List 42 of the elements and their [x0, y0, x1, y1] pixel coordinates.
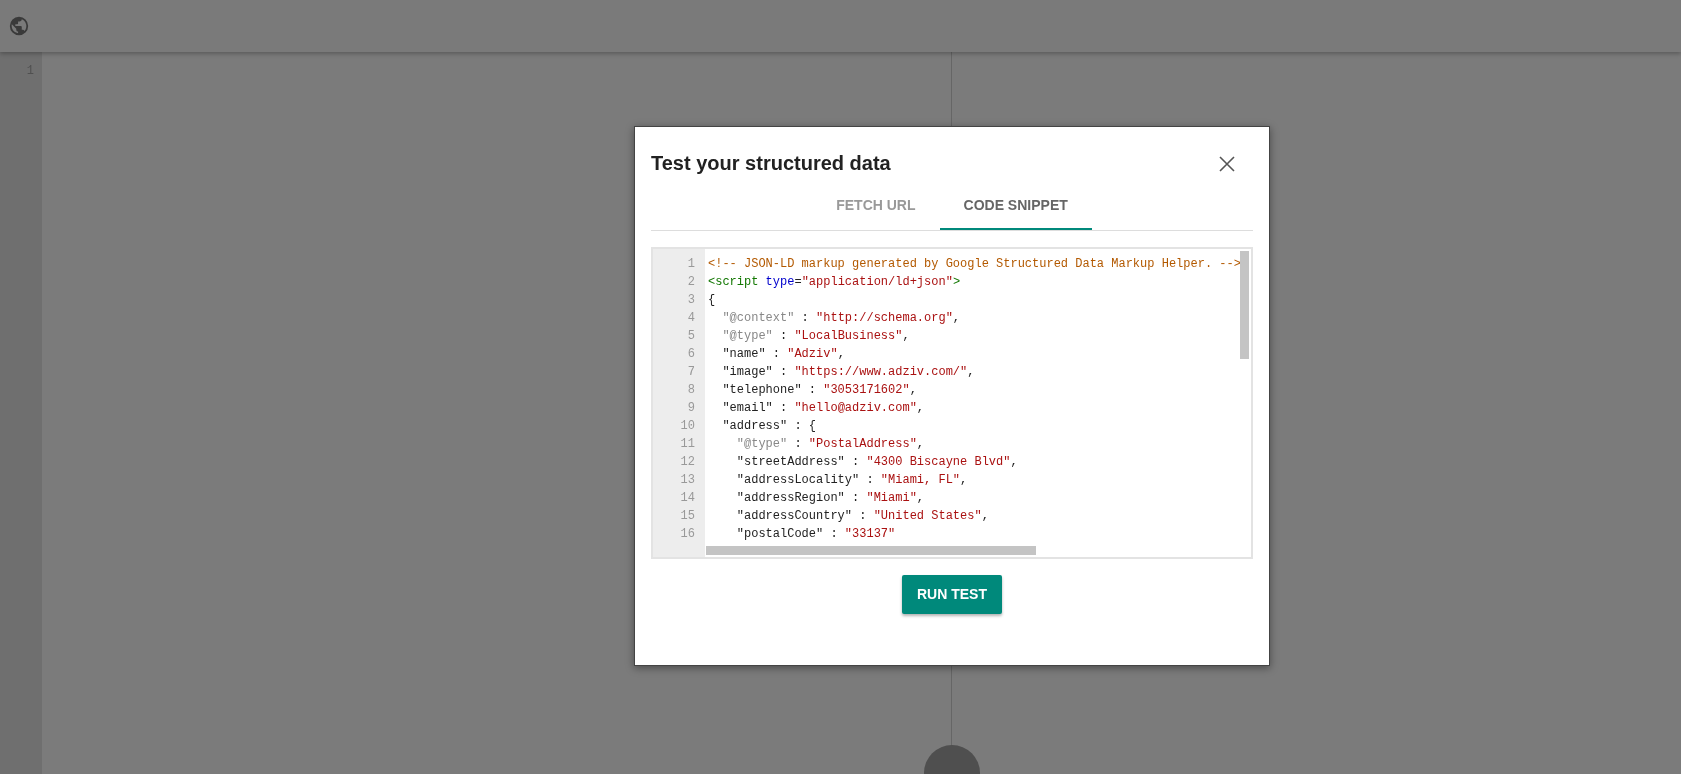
line-number: 11 — [679, 436, 695, 453]
code-line: <!-- JSON-LD markup generated by Google Structured Data Markup Helper. --> — [708, 256, 1241, 273]
scrollbar[interactable] — [706, 546, 1036, 555]
code-line: "email" : "hello@adziv.com", — [721, 400, 925, 417]
line-number: 2 — [686, 274, 695, 291]
dialog-title: Test your structured data — [651, 151, 891, 176]
globe-icon[interactable] — [8, 15, 30, 37]
line-number: 13 — [679, 472, 695, 489]
line-number: 3 — [686, 292, 695, 309]
line-number: 14 — [679, 490, 695, 507]
code-line: "image" : "https://www.adziv.com/", — [721, 364, 975, 381]
code-line: "@context" : "http://schema.org", — [721, 310, 961, 327]
code-line: "addressCountry" : "United States", — [735, 508, 989, 525]
code-line: "@type" : "PostalAddress", — [735, 436, 925, 453]
code-editor[interactable] — [651, 247, 1253, 559]
code-line: "@type" : "LocalBusiness", — [721, 328, 910, 345]
line-number: 15 — [679, 508, 695, 525]
line-number: 1 — [686, 256, 695, 273]
line-number: 6 — [686, 346, 695, 363]
code-line: "postalCode" : "33137" — [735, 526, 896, 543]
tab[interactable]: FETCH URL — [812, 187, 940, 230]
code-line: "address" : { — [721, 418, 817, 435]
code-line: { — [708, 292, 716, 309]
tab[interactable]: CODE SNIPPET — [939, 187, 1092, 230]
line-number: 12 — [679, 454, 695, 471]
code-line: "addressRegion" : "Miami", — [735, 490, 925, 507]
code-line: "streetAddress" : "4300 Biscayne Blvd", — [735, 454, 1018, 471]
close-icon[interactable] — [1219, 155, 1235, 172]
scrollbar[interactable] — [1240, 251, 1249, 359]
run-test-button[interactable]: RUN TEST — [902, 575, 1002, 614]
code-line: "telephone" : "3053171602", — [721, 382, 917, 399]
line-number: 8 — [686, 382, 695, 399]
code-line: "addressLocality" : "Miami, FL", — [735, 472, 968, 489]
play-button[interactable] — [924, 745, 980, 774]
line-number: 4 — [686, 310, 695, 327]
line-number: 9 — [686, 400, 695, 417]
code-line: "name" : "Adziv", — [721, 346, 845, 363]
line-number: 16 — [679, 526, 695, 543]
line-number: 5 — [686, 328, 695, 345]
line-number: 10 — [679, 418, 695, 435]
code-line: <script type="application/ld+json"> — [708, 274, 961, 291]
line-number: 7 — [686, 364, 695, 381]
